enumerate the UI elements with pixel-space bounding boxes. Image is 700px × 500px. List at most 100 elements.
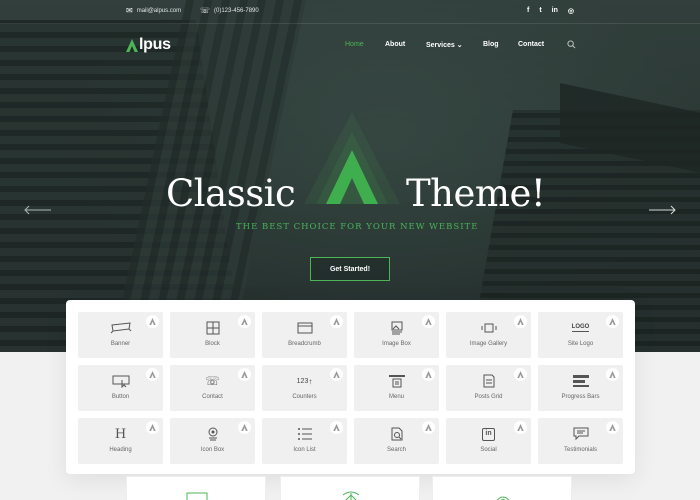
widget-tile-menu[interactable]: Menu	[354, 365, 439, 411]
nav-about[interactable]: About	[385, 41, 405, 48]
alpus-badge-icon	[514, 315, 527, 328]
widget-tile-social[interactable]: in Social	[446, 418, 531, 464]
widget-tile-posts-grid[interactable]: Posts Grid	[446, 365, 531, 411]
nav-services-label: Services	[426, 42, 455, 49]
alpus-badge-icon	[606, 368, 619, 381]
logo-text: lpus	[139, 36, 171, 53]
widget-label: Banner	[110, 341, 131, 347]
widget-label: Block	[205, 341, 220, 347]
widget-label: Icon Box	[200, 447, 225, 453]
chevron-down-icon: ⌄	[456, 42, 463, 49]
widgets-grid: Banner Block Breadcrumb Image Box Image …	[78, 312, 623, 464]
widget-tile-icon-list[interactable]: Icon List	[262, 418, 347, 464]
feature-card-2	[280, 476, 420, 500]
widget-label: Image Box	[382, 341, 411, 347]
hero-subtitle: THE BEST CHOICE FOR YOUR NEW WEBSITE	[236, 222, 479, 232]
alpus-badge-icon	[514, 421, 527, 434]
breadcrumb-icon	[294, 321, 316, 335]
top-email[interactable]: ✉ mail@alpus.com	[126, 7, 181, 15]
widget-label: Site Logo	[567, 341, 594, 347]
alpus-badge-icon	[514, 368, 527, 381]
widget-tile-image-box[interactable]: Image Box	[354, 312, 439, 358]
phone-icon: ☏	[200, 6, 211, 15]
alpus-badge-icon	[238, 315, 251, 328]
slider-prev-arrow-icon[interactable]	[24, 205, 52, 215]
linkedin-icon[interactable]: in	[552, 7, 558, 15]
envelope-icon: ✉	[126, 6, 133, 15]
compass-icon	[342, 491, 360, 500]
button-icon	[110, 374, 132, 388]
get-started-button[interactable]: Get Started!	[310, 257, 390, 281]
widget-label: Heading	[109, 447, 132, 453]
widget-label: Progress Bars	[561, 394, 600, 400]
widget-label: Counters	[292, 394, 317, 400]
widget-tile-testimonials[interactable]: Testimonials	[538, 418, 623, 464]
widget-label: Button	[111, 394, 130, 400]
alpus-badge-icon	[422, 315, 435, 328]
alpus-badge-icon	[606, 421, 619, 434]
widget-tile-block[interactable]: Block	[170, 312, 255, 358]
nav-home[interactable]: Home	[345, 41, 364, 48]
widget-tile-heading[interactable]: H Heading	[78, 418, 163, 464]
hero-title-left: Classic	[166, 172, 296, 215]
alpus-badge-icon	[146, 315, 159, 328]
widget-label: Breadcrumb	[288, 341, 321, 347]
heading-icon: H	[110, 426, 132, 442]
nav-services[interactable]: Services ⌄	[426, 41, 463, 49]
logo-word: LOGO	[571, 324, 590, 332]
nav-contact[interactable]: Contact	[518, 41, 544, 48]
widget-tile-progress-bars[interactable]: Progress Bars	[538, 365, 623, 411]
alpus-badge-icon	[606, 315, 619, 328]
image-box-icon	[386, 321, 408, 335]
search-doc-icon	[386, 427, 408, 441]
counter-number: 123	[296, 377, 309, 385]
widget-tile-site-logo[interactable]: LOGO Site Logo	[538, 312, 623, 358]
linkedin-box: in	[482, 427, 495, 441]
alpus-badge-icon	[422, 368, 435, 381]
widget-tile-contact[interactable]: ☏ Contact	[170, 365, 255, 411]
feature-card-1	[126, 476, 266, 500]
instagram-icon[interactable]: ◎	[568, 7, 574, 15]
social-linkedin-icon: in	[478, 427, 500, 441]
widget-label: Posts Grid	[474, 394, 503, 400]
widget-tile-counters[interactable]: 123 ↑ Counters	[262, 365, 347, 411]
nav-blog[interactable]: Blog	[483, 41, 499, 48]
block-icon	[202, 321, 224, 335]
widget-label: Icon List	[293, 447, 316, 453]
facebook-icon[interactable]: f	[527, 7, 529, 15]
twitter-icon[interactable]: t	[539, 7, 541, 15]
site-logo[interactable]: lpus	[126, 36, 171, 54]
slider-next-arrow-icon[interactable]	[648, 205, 676, 215]
phone-text: (0)123-456-7890	[214, 8, 259, 14]
menu-icon	[386, 374, 408, 388]
widget-label: Contact	[202, 394, 223, 400]
logo-triangle-icon	[126, 38, 138, 52]
testimonials-icon	[570, 427, 592, 441]
alpus-badge-icon	[330, 368, 343, 381]
alpus-badge-icon	[146, 421, 159, 434]
image-gallery-icon	[478, 321, 500, 335]
heading-letter: H	[114, 426, 127, 442]
widget-label: Testimonials	[563, 447, 597, 453]
widget-tile-image-gallery[interactable]: Image Gallery	[446, 312, 531, 358]
widget-label: Image Gallery	[469, 341, 508, 347]
wifi-icon	[496, 496, 510, 500]
monitor-icon	[186, 492, 208, 500]
widget-label: Search	[386, 447, 406, 453]
widget-tile-breadcrumb[interactable]: Breadcrumb	[262, 312, 347, 358]
widget-label: Menu	[388, 394, 404, 400]
top-phone[interactable]: ☏ (0)123-456-7890	[200, 7, 259, 15]
widget-tile-icon-box[interactable]: Icon Box	[170, 418, 255, 464]
widget-tile-search[interactable]: Search	[354, 418, 439, 464]
widget-tile-banner[interactable]: Banner	[78, 312, 163, 358]
search-icon[interactable]	[567, 40, 576, 49]
social-links: f t in ◎	[527, 7, 574, 15]
alpus-badge-icon	[422, 421, 435, 434]
icon-box-icon	[202, 427, 224, 441]
hero-emblem-icon	[304, 112, 400, 204]
progress-bars-icon	[570, 374, 592, 388]
alpus-badge-icon	[238, 421, 251, 434]
widget-tile-button[interactable]: Button	[78, 365, 163, 411]
banner-icon	[110, 321, 132, 335]
alpus-badge-icon	[330, 315, 343, 328]
